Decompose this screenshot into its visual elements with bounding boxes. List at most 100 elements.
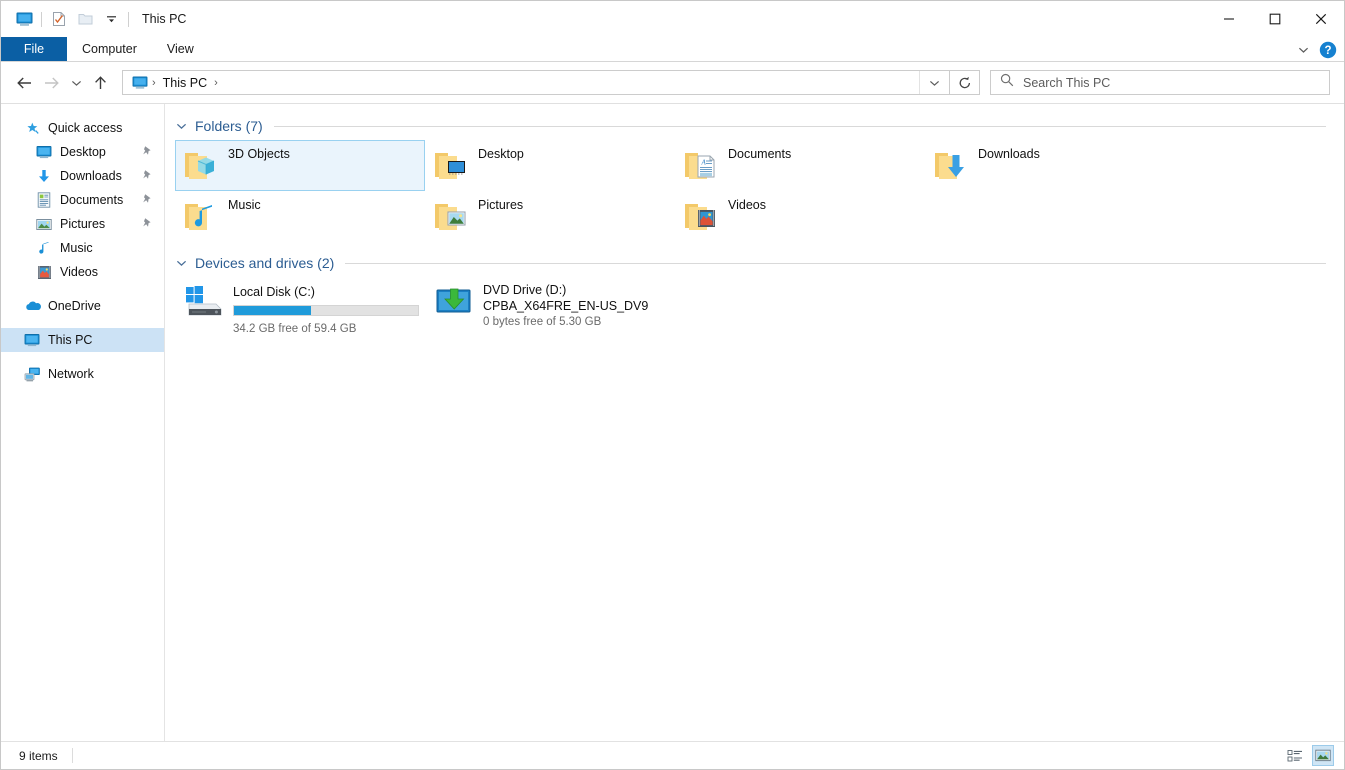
drive-capacity-text: 34.2 GB free of 59.4 GB [233,323,357,335]
this-pc-icon[interactable] [11,7,37,31]
help-icon[interactable]: ? [1316,38,1340,62]
file-list-pane[interactable]: Folders (7) 3D Objects Desktop A Documen… [165,104,1344,741]
sidebar-label: Downloads [60,169,122,183]
qat-divider-1 [41,11,42,27]
back-button[interactable] [11,70,38,96]
desktop-icon [35,143,53,161]
new-folder-icon[interactable] [72,7,98,31]
ribbon-tab-bar: File Computer View ? [1,37,1344,62]
tab-file[interactable]: File [1,37,67,61]
sidebar-item-onedrive[interactable]: OneDrive [1,294,164,318]
sidebar-item-videos[interactable]: Videos [1,260,164,284]
folder-downloads-icon [928,142,974,190]
sidebar-item-quick-access[interactable]: Quick access [1,116,164,140]
network-icon [23,365,41,383]
sidebar-item-network[interactable]: Network [1,362,164,386]
pin-icon[interactable] [142,217,153,232]
folder-pictures-icon [428,193,474,241]
drive-name: Local Disk (C:) [233,285,315,299]
group-header-devices[interactable]: Devices and drives (2) [175,251,1326,275]
forward-button[interactable] [38,70,65,96]
tile-3d-objects[interactable]: 3D Objects [175,140,425,191]
folder-videos-icon [678,193,724,241]
close-button[interactable] [1298,1,1344,37]
group-header-folders[interactable]: Folders (7) [175,114,1326,138]
sidebar-label: Pictures [60,217,106,231]
svg-text:A: A [701,158,707,166]
maximize-button[interactable] [1252,1,1298,37]
sidebar-label: Quick access [48,121,123,135]
address-dropdown-icon[interactable] [919,71,949,94]
capacity-bar-fill [234,306,312,315]
this-pc-icon [131,75,148,91]
tile-label: Videos [728,198,766,212]
minimize-button[interactable] [1206,1,1252,37]
recent-locations-button[interactable] [65,70,87,96]
group-title: Devices and drives (2) [195,255,335,271]
dvd-drive-icon [428,280,480,324]
properties-icon[interactable] [46,7,72,31]
window-controls [1206,1,1344,37]
sidebar-label: This PC [48,333,93,347]
file-explorer-window: This PC File Computer View ? › This PC ›… [0,0,1345,770]
status-divider [71,748,73,763]
tile-label: Music [228,198,261,212]
videos-icon [35,263,53,281]
breadcrumb-path: › This PC › [123,75,919,91]
tile-downloads[interactable]: Downloads [925,140,1175,191]
sidebar-item-desktop[interactable]: Desktop [1,140,164,164]
sidebar-label: Desktop [60,145,106,159]
capacity-bar [233,305,419,316]
download-icon [35,167,53,185]
tile-videos[interactable]: Videos [675,191,925,242]
folder-3d-objects-icon [178,142,224,190]
details-view-button[interactable] [1284,745,1306,766]
status-bar: 9 items [1,741,1344,769]
breadcrumb[interactable]: › This PC › [122,70,950,95]
refresh-button[interactable] [950,70,980,95]
drive-name: DVD Drive (D:) [483,283,567,297]
this-pc-icon [23,331,41,349]
tile-pictures[interactable]: Pictures [425,191,675,242]
group-divider [273,125,1326,127]
tile-documents[interactable]: A Documents [675,140,925,191]
folder-documents-icon: A [678,142,724,190]
documents-icon [35,191,53,209]
sidebar-item-this-pc[interactable]: This PC [1,328,164,352]
drive-dvd-d[interactable]: DVD Drive (D:) CPBA_X64FRE_EN-US_DV9 0 b… [425,277,675,329]
qat-divider-2 [128,11,129,27]
chevron-down-icon[interactable] [175,122,188,130]
tile-label: 3D Objects [228,147,290,161]
window-title: This PC [142,12,187,26]
breadcrumb-separator-1[interactable]: › [212,77,220,89]
sidebar-item-music[interactable]: Music [1,236,164,260]
group-divider [345,262,1326,264]
pin-icon[interactable] [142,145,153,160]
pin-icon[interactable] [142,193,153,208]
customize-dropdown-icon[interactable] [98,7,124,31]
pictures-icon [35,215,53,233]
explorer-body: Quick access Desktop Downloads Documents… [1,103,1344,741]
navigation-pane: Quick access Desktop Downloads Documents… [1,104,165,741]
search-icon [1000,73,1014,92]
sidebar-label: Music [60,241,93,255]
search-input[interactable]: Search This PC [990,70,1330,95]
tile-desktop[interactable]: Desktop [425,140,675,191]
sidebar-item-downloads[interactable]: Downloads [1,164,164,188]
sidebar-item-pictures[interactable]: Pictures [1,212,164,236]
chevron-down-icon[interactable] [1292,39,1314,61]
tab-computer[interactable]: Computer [67,37,152,61]
up-button[interactable] [87,70,114,96]
tab-view[interactable]: View [152,37,209,61]
sidebar-item-documents[interactable]: Documents [1,188,164,212]
breadcrumb-item-this-pc[interactable]: This PC [160,76,210,90]
quick-access-toolbar: This PC [1,7,186,31]
large-icons-view-button[interactable] [1312,745,1334,766]
pin-icon[interactable] [142,169,153,184]
tile-music[interactable]: Music [175,191,425,242]
drive-local-disk-c[interactable]: Local Disk (C:) 34.2 GB free of 59.4 GB [175,277,425,335]
chevron-down-icon[interactable] [175,259,188,267]
